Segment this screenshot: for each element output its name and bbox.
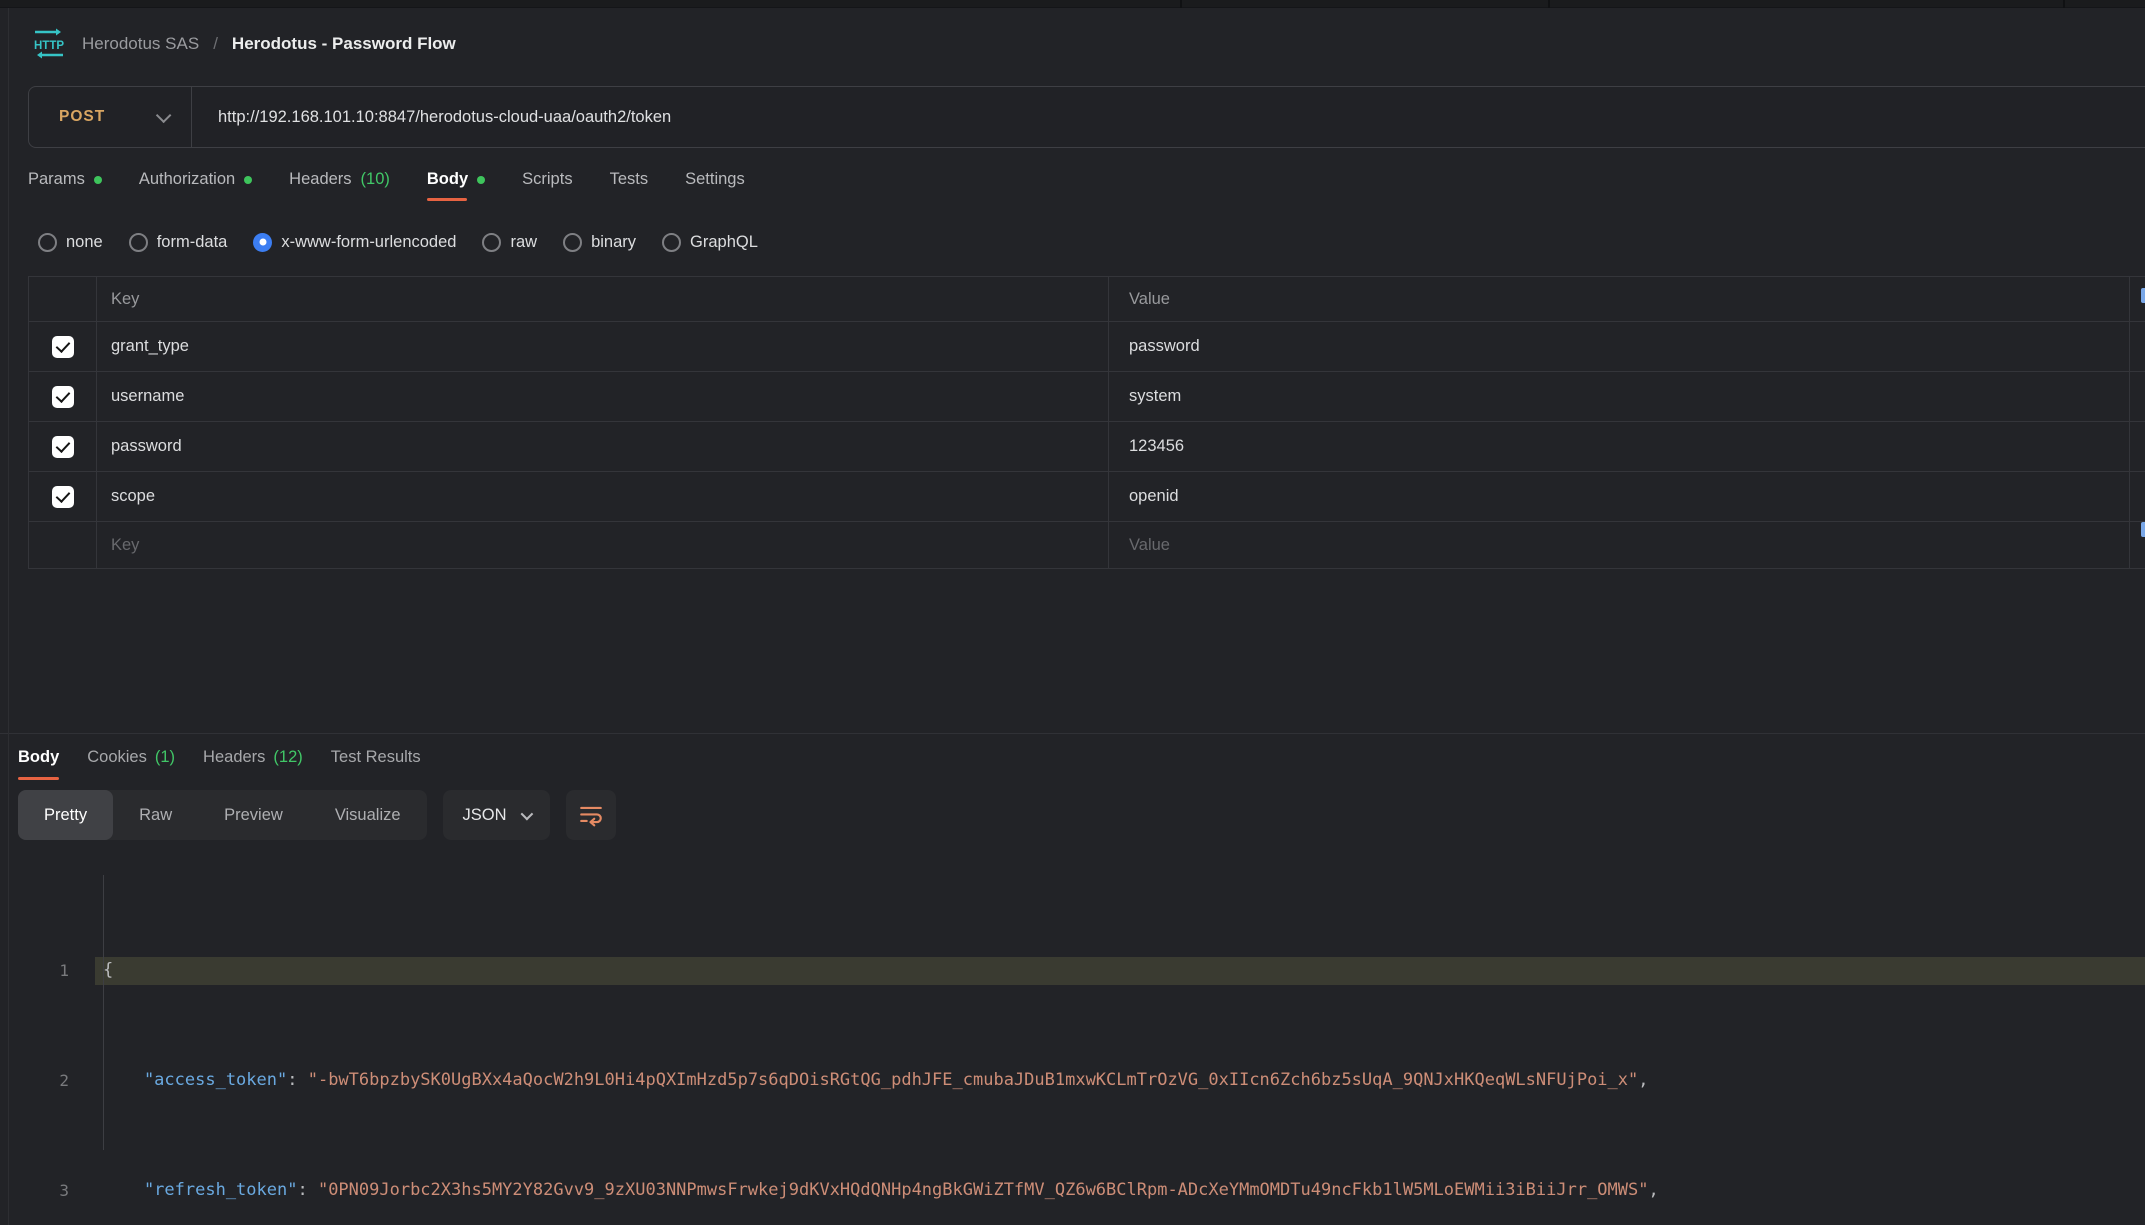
scrollbar-fragment[interactable]	[2141, 288, 2145, 303]
body-type-selector: none form-data x-www-form-urlencoded raw…	[38, 224, 2145, 260]
column-header-value: Value	[1109, 277, 2130, 321]
request-url-bar: POST http://192.168.101.10:8847/herodotu…	[28, 86, 2145, 148]
param-key-placeholder[interactable]: Key	[97, 522, 1109, 568]
tab-body[interactable]: Body	[427, 170, 485, 209]
response-body-viewer: 1 { 2 "access_token": "-bwT6bpzbySK0UgBX…	[0, 847, 2145, 1225]
code-line: 1 {	[0, 957, 2145, 985]
svg-text:HTTP: HTTP	[34, 40, 64, 52]
radio-form-data[interactable]: form-data	[129, 233, 228, 252]
radio-icon	[129, 233, 148, 252]
url-input[interactable]: http://192.168.101.10:8847/herodotus-clo…	[192, 108, 671, 127]
param-value-placeholder[interactable]: Value	[1109, 522, 2130, 568]
breadcrumb-separator: /	[213, 34, 218, 54]
radio-binary[interactable]: binary	[563, 233, 636, 252]
param-value[interactable]: openid	[1109, 472, 2130, 521]
app-window: HTTP Herodotus SAS / Herodotus - Passwor…	[0, 0, 2145, 1225]
green-dot-indicator	[477, 176, 485, 184]
param-value[interactable]: 123456	[1109, 422, 2130, 471]
table-header-row: Key Value	[29, 277, 2145, 322]
radio-icon	[662, 233, 681, 252]
green-dot-indicator	[244, 176, 252, 184]
wrap-text-button[interactable]	[566, 790, 616, 840]
indent-guide	[103, 875, 104, 1150]
request-tabs: Params Authorization Headers(10) Body Sc…	[28, 170, 2145, 214]
param-value[interactable]: password	[1109, 322, 2130, 371]
radio-x-www-form-urlencoded[interactable]: x-www-form-urlencoded	[253, 233, 456, 252]
response-tab-headers[interactable]: Headers(12)	[203, 734, 303, 780]
column-header-key: Key	[97, 277, 1109, 321]
param-key[interactable]: scope	[97, 472, 1109, 521]
response-tab-cookies[interactable]: Cookies(1)	[87, 734, 175, 780]
tab-strip-divider	[1548, 0, 1550, 8]
table-row: grant_type password	[29, 322, 2145, 372]
radio-icon	[482, 233, 501, 252]
breadcrumb-request-name: Herodotus - Password Flow	[232, 34, 456, 54]
response-tab-test-results[interactable]: Test Results	[331, 734, 421, 780]
tab-strip-divider	[1180, 0, 1182, 8]
tab-scripts[interactable]: Scripts	[522, 170, 572, 209]
headers-count-badge: (10)	[361, 170, 390, 189]
param-key[interactable]: grant_type	[97, 322, 1109, 371]
row-checkbox-checked[interactable]	[52, 486, 74, 508]
http-request-icon: HTTP	[30, 27, 68, 61]
tab-headers[interactable]: Headers(10)	[289, 170, 390, 209]
window-tab-strip	[0, 0, 2145, 8]
radio-none[interactable]: none	[38, 233, 103, 252]
response-tab-body[interactable]: Body	[18, 734, 59, 780]
tab-tests[interactable]: Tests	[610, 170, 649, 209]
row-checkbox-checked[interactable]	[52, 336, 74, 358]
params-table: Key Value grant_type password username s…	[28, 276, 2145, 569]
row-checkbox-checked[interactable]	[52, 436, 74, 458]
table-row: scope openid	[29, 472, 2145, 522]
response-toolbar: Pretty Raw Preview Visualize JSON	[18, 790, 2145, 840]
param-value[interactable]: system	[1109, 372, 2130, 421]
tab-strip-divider	[2063, 0, 2065, 8]
view-mode-visualize[interactable]: Visualize	[309, 790, 427, 840]
param-key[interactable]: password	[97, 422, 1109, 471]
view-mode-group: Pretty Raw Preview Visualize	[18, 790, 427, 840]
view-mode-pretty[interactable]: Pretty	[18, 790, 113, 840]
param-key[interactable]: username	[97, 372, 1109, 421]
chevron-down-icon	[156, 107, 172, 123]
tab-authorization[interactable]: Authorization	[139, 170, 252, 209]
response-tabs: Body Cookies(1) Headers(12) Test Results	[18, 734, 2145, 780]
view-mode-preview[interactable]: Preview	[198, 790, 309, 840]
wrap-text-icon	[578, 802, 604, 828]
response-headers-count-badge: (12)	[273, 748, 302, 767]
radio-graphql[interactable]: GraphQL	[662, 233, 758, 252]
cookies-count-badge: (1)	[155, 748, 175, 767]
table-row: username system	[29, 372, 2145, 422]
breadcrumb: HTTP Herodotus SAS / Herodotus - Passwor…	[30, 24, 2145, 64]
radio-selected-icon	[253, 233, 272, 252]
radio-raw[interactable]: raw	[482, 233, 537, 252]
table-placeholder-row: Key Value	[29, 522, 2145, 569]
method-label: POST	[59, 108, 105, 126]
code-line: 3 "refresh_token": "0PN09Jorbc2X3hs5MY2Y…	[0, 1177, 2145, 1205]
tab-params[interactable]: Params	[28, 170, 102, 209]
format-select-value: JSON	[463, 806, 507, 825]
chevron-down-icon	[520, 807, 533, 820]
format-select[interactable]: JSON	[443, 790, 550, 840]
view-mode-raw[interactable]: Raw	[113, 790, 198, 840]
breadcrumb-project[interactable]: Herodotus SAS	[82, 34, 199, 54]
radio-icon	[563, 233, 582, 252]
method-select[interactable]: POST	[29, 108, 191, 126]
green-dot-indicator	[94, 176, 102, 184]
scrollbar-fragment[interactable]	[2141, 522, 2145, 537]
radio-icon	[38, 233, 57, 252]
table-row: password 123456	[29, 422, 2145, 472]
tab-settings[interactable]: Settings	[685, 170, 745, 209]
row-checkbox-checked[interactable]	[52, 386, 74, 408]
code-line: 2 "access_token": "-bwT6bpzbySK0UgBXx4aQ…	[0, 1067, 2145, 1095]
